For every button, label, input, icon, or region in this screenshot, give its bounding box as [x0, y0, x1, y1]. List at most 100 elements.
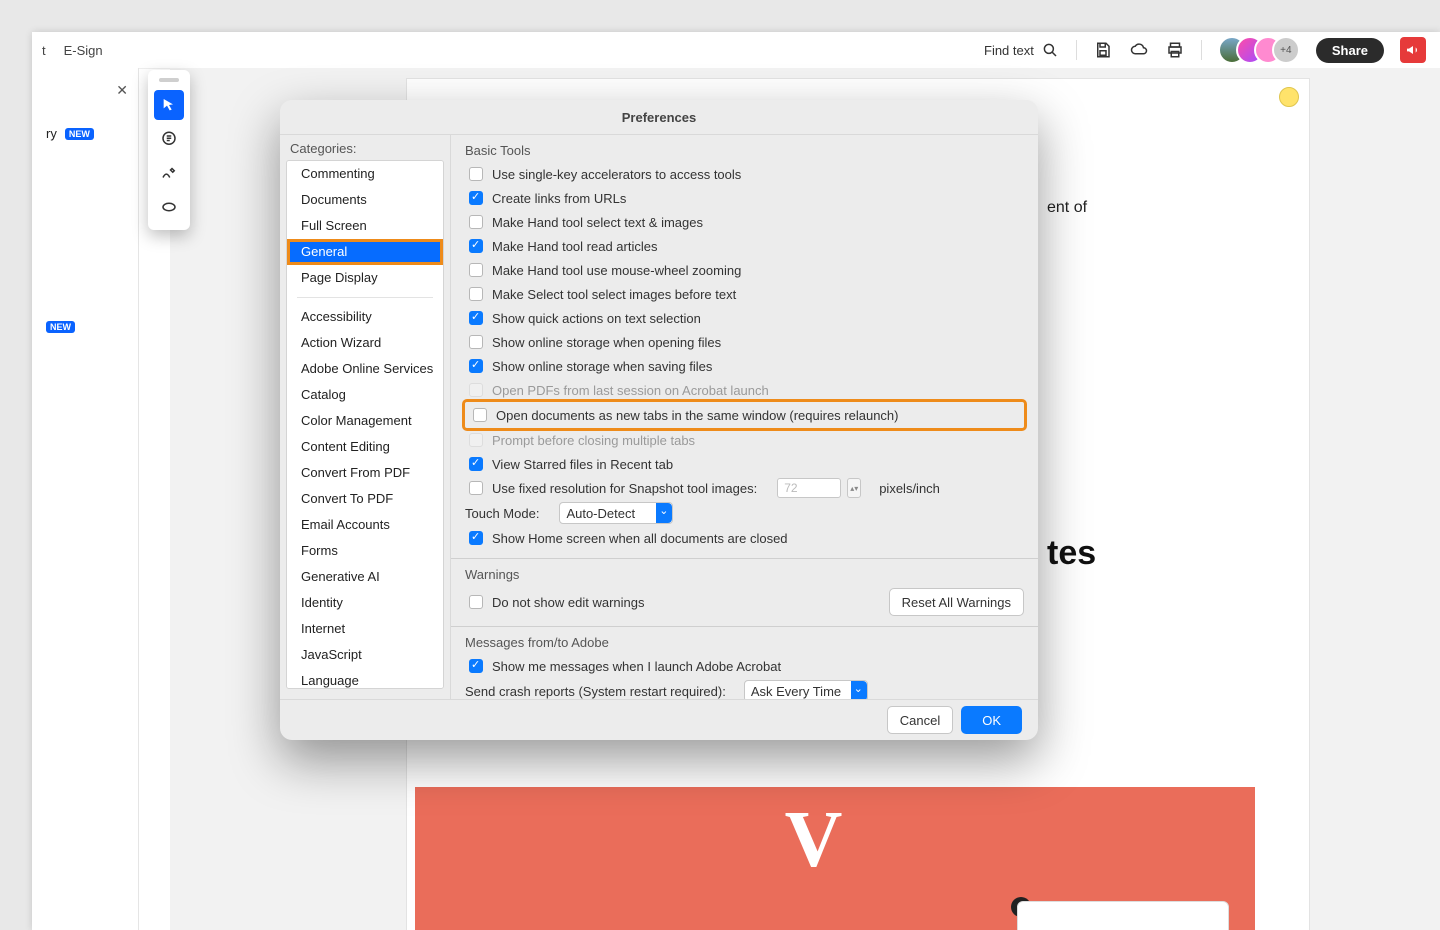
checkbox[interactable] [469, 263, 483, 277]
category-item[interactable]: Full Screen [287, 213, 443, 239]
category-item[interactable]: Accessibility [287, 304, 443, 330]
checkbox[interactable] [469, 215, 483, 229]
close-icon[interactable]: ✕ [116, 82, 128, 99]
category-item[interactable]: Convert To PDF [287, 486, 443, 512]
checkbox[interactable] [469, 239, 483, 253]
share-button[interactable]: Share [1316, 38, 1384, 63]
categories-label: Categories: [280, 135, 450, 160]
find-text[interactable]: Find text [984, 40, 1060, 60]
checkbox[interactable] [469, 457, 483, 471]
pref-row[interactable]: Create links from URLs [465, 186, 1024, 210]
category-item[interactable]: Page Display [287, 265, 443, 291]
find-label: Find text [984, 43, 1034, 58]
save-icon[interactable] [1093, 40, 1113, 60]
category-item[interactable]: General [287, 239, 443, 265]
warnings-row: Do not show edit warnings Reset All Warn… [465, 586, 1024, 618]
checkbox[interactable] [469, 359, 483, 373]
comment-tool[interactable] [154, 124, 184, 154]
pref-row[interactable]: View Starred files in Recent tab [465, 452, 1024, 476]
settings-content: Basic Tools Use single-key accelerators … [451, 135, 1038, 699]
categories-list[interactable]: CommentingDocumentsFull ScreenGeneralPag… [286, 160, 444, 689]
pref-row[interactable]: Make Select tool select images before te… [465, 282, 1024, 306]
sidebar-item[interactable]: NEW [46, 321, 138, 333]
pref-row[interactable]: Show Home screen when all documents are … [465, 526, 1024, 550]
drag-handle[interactable] [159, 78, 179, 82]
section-divider [451, 626, 1038, 627]
pref-row[interactable]: Show me messages when I launch Adobe Acr… [465, 654, 1024, 678]
divider [1201, 40, 1202, 60]
cloud-icon[interactable] [1129, 40, 1149, 60]
cancel-button[interactable]: Cancel [887, 706, 953, 734]
category-item[interactable]: Generative AI [287, 564, 443, 590]
pref-row[interactable]: Show quick actions on text selection [465, 306, 1024, 330]
touch-mode-select[interactable]: Auto-Detect [559, 502, 673, 524]
category-item[interactable]: Color Management [287, 408, 443, 434]
category-item[interactable]: Content Editing [287, 434, 443, 460]
checkbox-label: Open documents as new tabs in the same w… [496, 408, 899, 423]
pref-row-highlighted[interactable]: Open documents as new tabs in the same w… [465, 402, 1024, 428]
print-icon[interactable] [1165, 40, 1185, 60]
category-item[interactable]: Identity [287, 590, 443, 616]
sticky-note-icon[interactable] [1279, 87, 1299, 107]
checkbox[interactable] [469, 167, 483, 181]
new-badge: NEW [46, 321, 75, 333]
category-item[interactable]: JavaScript [287, 642, 443, 668]
banner-letter: V [785, 795, 843, 886]
divider [1076, 40, 1077, 60]
reset-warnings-button[interactable]: Reset All Warnings [889, 588, 1024, 616]
checkbox[interactable] [469, 311, 483, 325]
checkbox[interactable] [469, 595, 483, 609]
draw-tool[interactable] [154, 158, 184, 188]
checkbox-label: Create links from URLs [492, 191, 626, 206]
select-value: Auto-Detect [566, 506, 635, 521]
menu-item[interactable]: t [42, 43, 46, 58]
category-item[interactable]: Forms [287, 538, 443, 564]
category-item[interactable]: Convert From PDF [287, 460, 443, 486]
checkbox[interactable] [469, 531, 483, 545]
tool-palette[interactable] [148, 70, 190, 230]
checkbox[interactable] [473, 408, 487, 422]
avatar-group[interactable]: +4 [1218, 36, 1300, 64]
page-banner: V [415, 787, 1255, 930]
pref-row[interactable]: Use fixed resolution for Snapshot tool i… [465, 476, 1024, 500]
pref-row[interactable]: Show online storage when saving files [465, 354, 1024, 378]
left-sidebar: ✕ ry NEW NEW [32, 68, 139, 930]
pref-row[interactable]: Make Hand tool read articles [465, 234, 1024, 258]
pref-row[interactable]: Show online storage when opening files [465, 330, 1024, 354]
sidebar-item[interactable]: ry NEW [46, 126, 138, 141]
megaphone-icon[interactable] [1400, 37, 1426, 63]
checkbox-label: Show me messages when I launch Adobe Acr… [492, 659, 781, 674]
category-item[interactable]: Catalog [287, 382, 443, 408]
checkbox[interactable] [469, 659, 483, 673]
crash-select[interactable]: Ask Every Time [744, 680, 868, 699]
category-item[interactable]: Email Accounts [287, 512, 443, 538]
stepper[interactable]: ▴▾ [847, 478, 861, 498]
arrow-tool[interactable] [154, 90, 184, 120]
resolution-field[interactable]: 72 [777, 478, 841, 498]
avatar-more: +4 [1272, 36, 1300, 64]
category-item[interactable]: Documents [287, 187, 443, 213]
page-heading: tes [1047, 534, 1096, 573]
category-item[interactable]: Internet [287, 616, 443, 642]
menu-esign[interactable]: E-Sign [64, 43, 103, 58]
checkbox[interactable] [469, 191, 483, 205]
category-item[interactable]: Commenting [287, 161, 443, 187]
search-icon [1040, 40, 1060, 60]
checkbox[interactable] [469, 287, 483, 301]
checkbox-label: View Starred files in Recent tab [492, 457, 673, 472]
checkbox-label: Do not show edit warnings [492, 595, 644, 610]
pref-row[interactable]: Make Hand tool select text & images [465, 210, 1024, 234]
category-item[interactable]: Language [287, 668, 443, 689]
category-item[interactable]: Action Wizard [287, 330, 443, 356]
checkbox-label: Prompt before closing multiple tabs [492, 433, 695, 448]
checkbox-label: Make Hand tool select text & images [492, 215, 703, 230]
category-item[interactable]: Adobe Online Services [287, 356, 443, 382]
checkbox [469, 433, 483, 447]
shape-tool[interactable] [154, 192, 184, 222]
dialog-footer: Cancel OK [280, 699, 1038, 740]
pref-row[interactable]: Make Hand tool use mouse-wheel zooming [465, 258, 1024, 282]
checkbox[interactable] [469, 335, 483, 349]
pref-row[interactable]: Use single-key accelerators to access to… [465, 162, 1024, 186]
ok-button[interactable]: OK [961, 706, 1022, 734]
checkbox[interactable] [469, 481, 483, 495]
